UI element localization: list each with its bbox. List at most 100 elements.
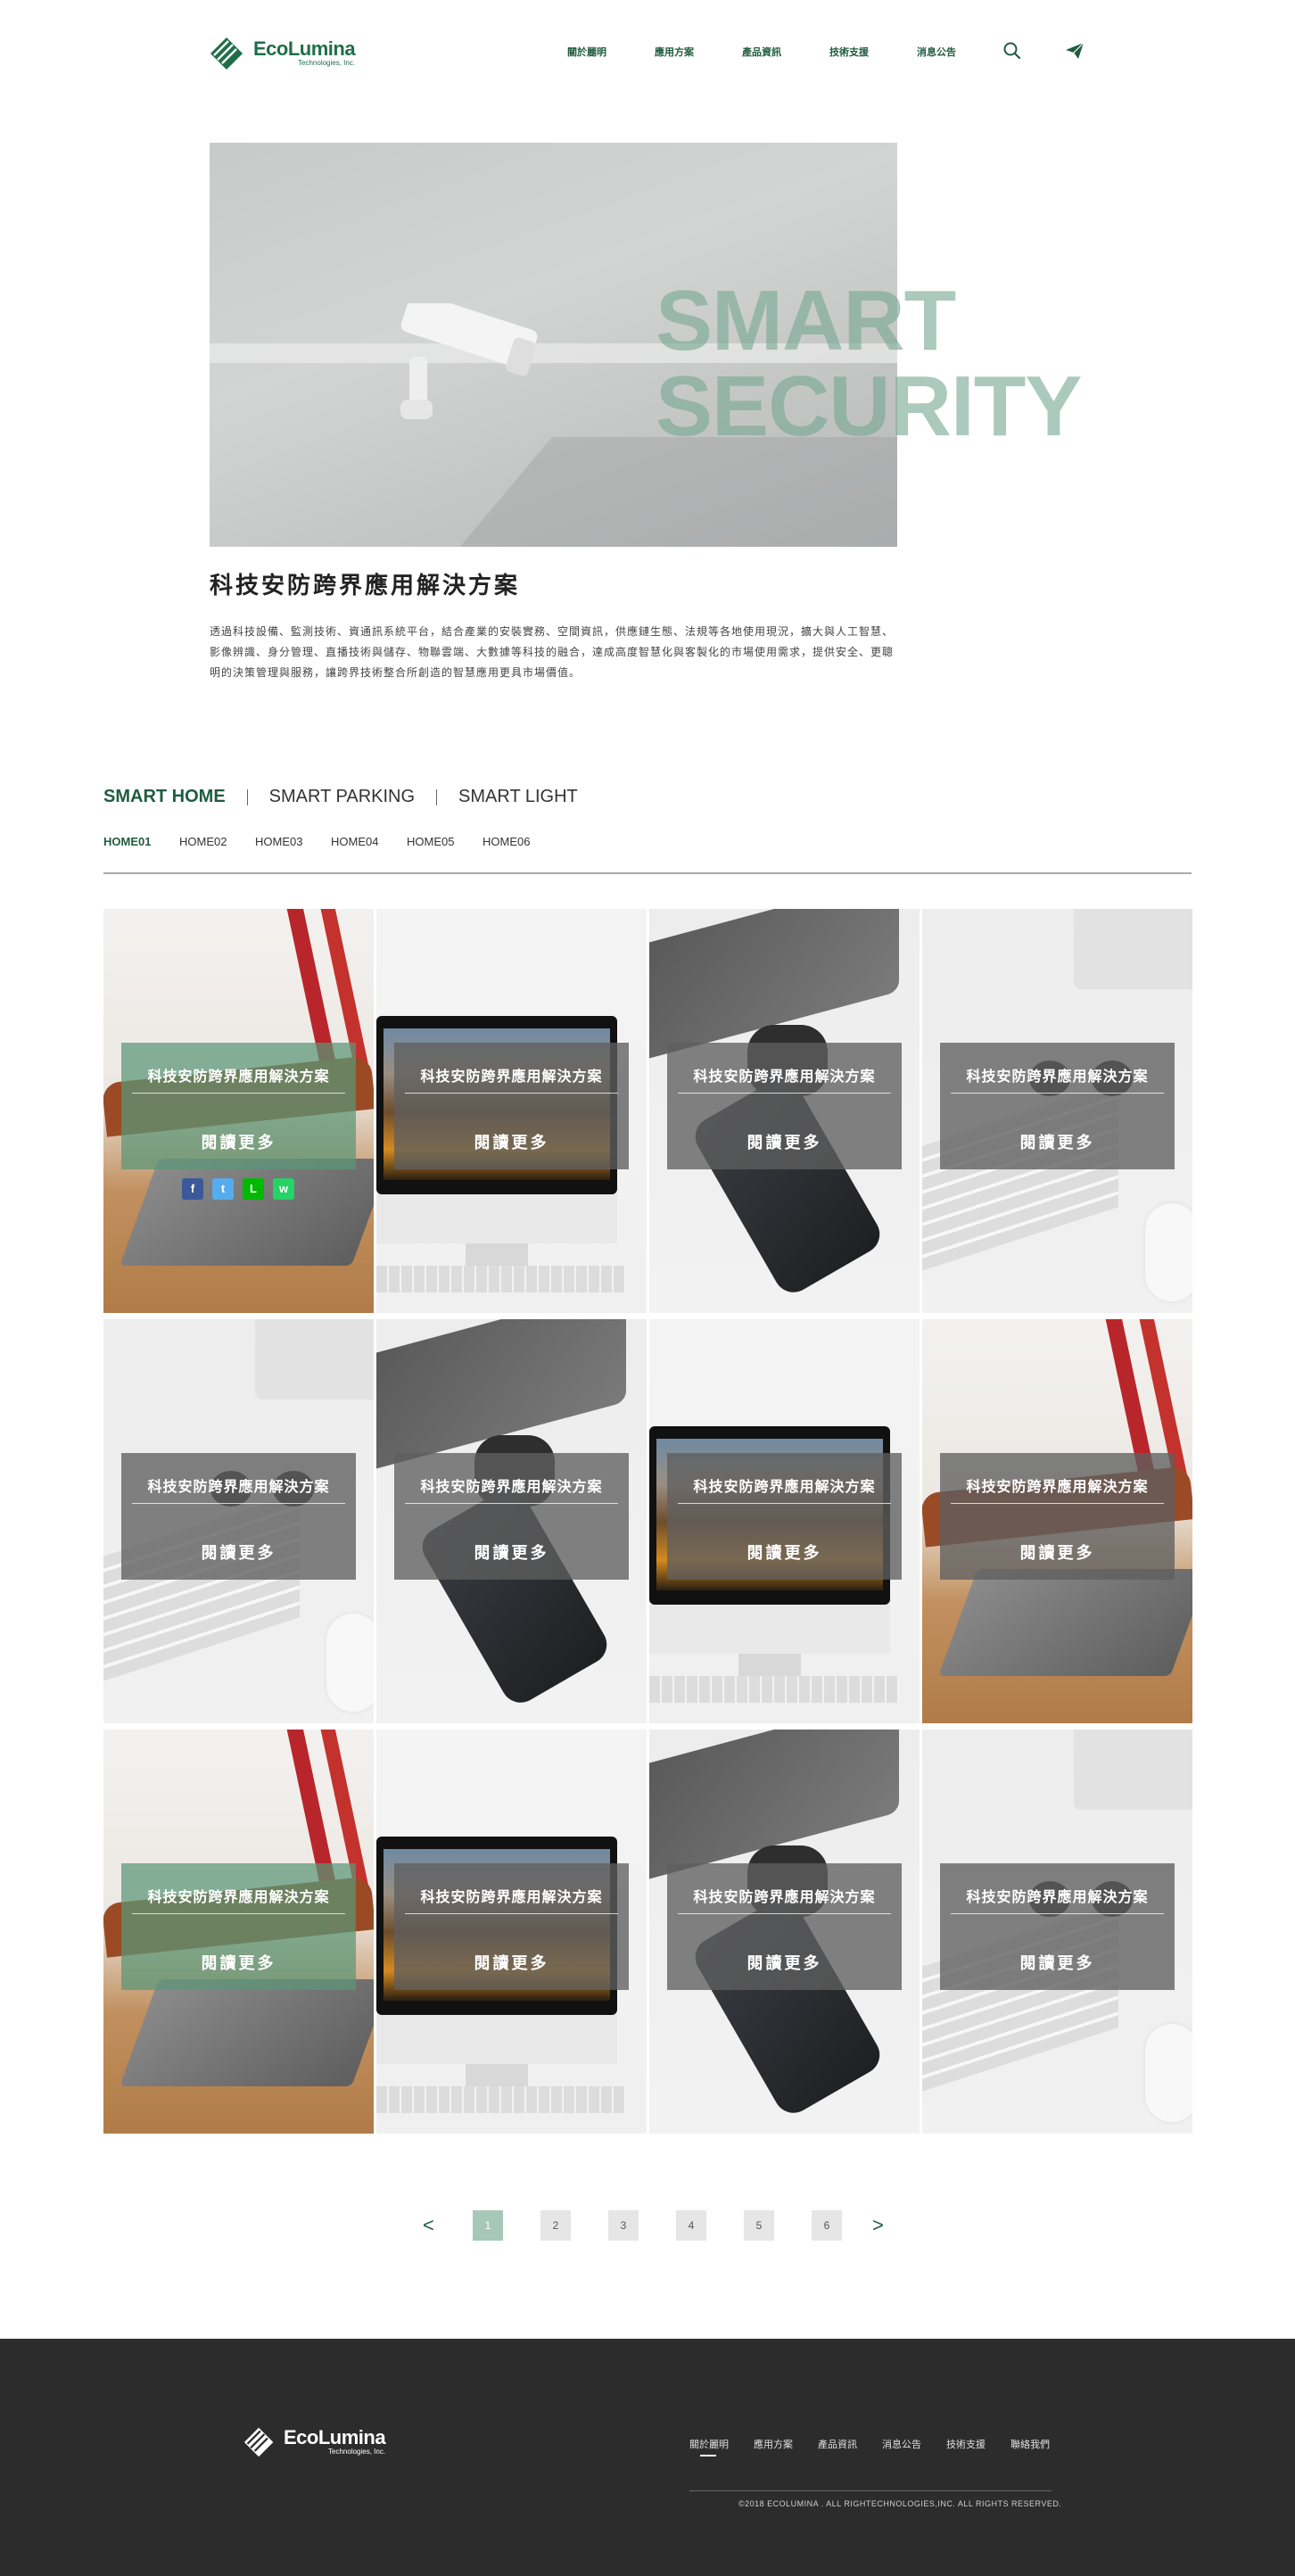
- read-more-link[interactable]: 閱讀更多: [121, 1951, 356, 1974]
- card-overlay: 科技安防跨界應用解決方案 閱讀更多: [121, 1043, 356, 1169]
- brand-logo[interactable]: EcoLumina Technologies, Inc.: [209, 36, 356, 71]
- solution-card[interactable]: 科技安防跨界應用解決方案閱讀更多: [922, 1319, 1192, 1723]
- card-title-divider: [405, 1913, 618, 1914]
- footer-nav: 關於麗明 應用方案 產品資訊 消息公告 技術支援 聯絡我們: [689, 2437, 1075, 2456]
- next-page-button[interactable]: >: [872, 2214, 890, 2237]
- nav-item-products[interactable]: 產品資訊: [742, 45, 829, 59]
- footer-logo-mark-icon: [243, 2427, 274, 2457]
- hero-title-line1: SMART: [656, 273, 956, 368]
- card-title: 科技安防跨界應用解決方案: [693, 1888, 876, 1905]
- security-camera-icon: [400, 303, 538, 419]
- whatsapp-icon[interactable]: w: [273, 1178, 294, 1200]
- card-title-divider: [951, 1503, 1164, 1504]
- subtab-home02[interactable]: HOME02: [179, 835, 255, 848]
- logo-mark-icon: [210, 37, 243, 70]
- nav-item-news[interactable]: 消息公告: [917, 45, 1004, 59]
- card-overlay: 科技安防跨界應用解決方案閱讀更多: [940, 1043, 1175, 1169]
- send-icon[interactable]: [1065, 41, 1085, 61]
- site-footer: EcoLumina Technologies, Inc. 關於麗明 應用方案 產…: [0, 2339, 1295, 2576]
- card-title: 科技安防跨界應用解決方案: [420, 1478, 603, 1495]
- page-6-button[interactable]: 6: [812, 2210, 842, 2241]
- twitter-icon[interactable]: t: [212, 1178, 234, 1200]
- read-more-link[interactable]: 閱讀更多: [667, 1130, 902, 1153]
- card-overlay: 科技安防跨界應用解決方案閱讀更多: [940, 1453, 1175, 1580]
- solution-card[interactable]: 科技安防跨界應用解決方案閱讀更多: [376, 909, 647, 1313]
- card-overlay: 科技安防跨界應用解決方案閱讀更多: [667, 1453, 902, 1580]
- card-title-divider: [678, 1093, 891, 1094]
- solution-card[interactable]: 科技安防跨界應用解決方案 閱讀更多: [103, 1319, 374, 1723]
- nav-item-about[interactable]: 關於麗明: [567, 45, 655, 59]
- read-more-link[interactable]: 閱讀更多: [940, 1540, 1175, 1564]
- read-more-link[interactable]: 閱讀更多: [940, 1951, 1175, 1974]
- card-title-divider: [678, 1503, 891, 1504]
- tab-smart-light[interactable]: SMART LIGHT: [458, 787, 578, 807]
- read-more-link[interactable]: 閱讀更多: [667, 1540, 902, 1564]
- read-more-link[interactable]: 閱讀更多: [394, 1951, 629, 1974]
- read-more-link[interactable]: 閱讀更多: [121, 1540, 356, 1564]
- category-tabs: SMART HOME SMART PARKING SMART LIGHT: [103, 787, 578, 807]
- subtab-home05[interactable]: HOME05: [407, 835, 483, 848]
- tab-smart-home[interactable]: SMART HOME: [103, 787, 226, 807]
- card-overlay: 科技安防跨界應用解決方案閱讀更多: [121, 1863, 356, 1990]
- subtab-home04[interactable]: HOME04: [331, 835, 407, 848]
- card-title-divider: [132, 1093, 345, 1094]
- search-icon[interactable]: [1002, 41, 1022, 61]
- page-heading: 科技安防跨界應用解決方案: [210, 573, 521, 599]
- page-3-button[interactable]: 3: [608, 2210, 639, 2241]
- intro-paragraph: 透過科技設備、監測技術、資通訊系統平台，結合產業的安裝實務、空間資訊，供應鏈生態…: [210, 625, 895, 679]
- footer-brand-subtitle: Technologies, Inc.: [328, 2448, 386, 2456]
- card-title: 科技安防跨界應用解決方案: [966, 1478, 1149, 1495]
- page-5-button[interactable]: 5: [744, 2210, 774, 2241]
- read-more-link[interactable]: 閱讀更多: [394, 1130, 629, 1153]
- solution-card[interactable]: 科技安防跨界應用解決方案閱讀更多: [922, 909, 1192, 1313]
- solution-card[interactable]: 科技安防跨界應用解決方案閱讀更多: [649, 1730, 920, 2134]
- brand-name: EcoLumina: [253, 37, 356, 60]
- subtab-home06[interactable]: HOME06: [483, 835, 558, 848]
- solution-card[interactable]: 科技安防跨界應用解決方案閱讀更多: [649, 1319, 920, 1723]
- copyright-text: ©2018 ECOLUMINA . ALL RIGHTECHNOLOGIES,I…: [738, 2499, 1062, 2508]
- solution-card[interactable]: 科技安防跨界應用解決方案閱讀更多: [103, 1730, 374, 2134]
- page-2-button[interactable]: 2: [540, 2210, 571, 2241]
- solution-card[interactable]: 科技安防跨界應用解決方案 閱讀更多: [376, 1730, 647, 2134]
- page-4-button[interactable]: 4: [676, 2210, 706, 2241]
- card-title: 科技安防跨界應用解決方案: [693, 1068, 876, 1085]
- footer-nav-about[interactable]: 關於麗明: [689, 2437, 729, 2456]
- read-more-link[interactable]: 閱讀更多: [121, 1130, 356, 1153]
- nav-item-solutions[interactable]: 應用方案: [655, 45, 742, 59]
- footer-nav-support[interactable]: 技術支援: [946, 2437, 986, 2451]
- card-title: 科技安防跨界應用解決方案: [693, 1478, 876, 1495]
- line-icon[interactable]: L: [243, 1178, 264, 1200]
- footer-nav-products[interactable]: 產品資訊: [818, 2437, 857, 2451]
- card-title: 科技安防跨界應用解決方案: [966, 1888, 1149, 1905]
- nav-item-support[interactable]: 技術支援: [829, 45, 917, 59]
- site-header: EcoLumina Technologies, Inc. 關於麗明 應用方案 產…: [0, 0, 1295, 107]
- facebook-icon[interactable]: f: [182, 1178, 203, 1200]
- card-title-divider: [405, 1503, 618, 1504]
- solution-card[interactable]: 科技安防跨界應用解決方案閱讀更多: [649, 909, 920, 1313]
- card-title: 科技安防跨界應用解決方案: [147, 1888, 330, 1905]
- tab-divider: [436, 788, 438, 805]
- footer-nav-contact[interactable]: 聯絡我們: [1010, 2437, 1050, 2451]
- solution-card[interactable]: 科技安防跨界應用解決方案 閱讀更多 f t Lw: [103, 909, 374, 1313]
- read-more-link[interactable]: 閱讀更多: [667, 1951, 902, 1974]
- card-title-divider: [951, 1913, 1164, 1914]
- card-title: 科技安防跨界應用解決方案: [420, 1068, 603, 1085]
- card-title-divider: [405, 1093, 618, 1094]
- main-nav: 關於麗明 應用方案 產品資訊 技術支援 消息公告: [567, 45, 1004, 59]
- solution-card[interactable]: 科技安防跨界應用解決方案閱讀更多: [922, 1730, 1192, 2134]
- footer-logo[interactable]: EcoLumina Technologies, Inc.: [243, 2426, 386, 2458]
- footer-nav-solutions[interactable]: 應用方案: [754, 2437, 793, 2451]
- read-more-link[interactable]: 閱讀更多: [394, 1540, 629, 1564]
- read-more-link[interactable]: 閱讀更多: [940, 1130, 1175, 1153]
- card-title: 科技安防跨界應用解決方案: [966, 1068, 1149, 1085]
- subtab-home03[interactable]: HOME03: [255, 835, 331, 848]
- card-title-divider: [951, 1093, 1164, 1094]
- page-1-button[interactable]: 1: [473, 2210, 503, 2241]
- card-overlay: 科技安防跨界應用解決方案閱讀更多: [394, 1043, 629, 1169]
- solution-card[interactable]: 科技安防跨界應用解決方案閱讀更多: [376, 1319, 647, 1723]
- footer-nav-news[interactable]: 消息公告: [882, 2437, 921, 2451]
- subtab-home01[interactable]: HOME01: [103, 835, 179, 848]
- prev-page-button[interactable]: <: [423, 2214, 441, 2237]
- share-buttons: ftLw: [182, 1178, 294, 1200]
- tab-smart-parking[interactable]: SMART PARKING: [269, 787, 415, 807]
